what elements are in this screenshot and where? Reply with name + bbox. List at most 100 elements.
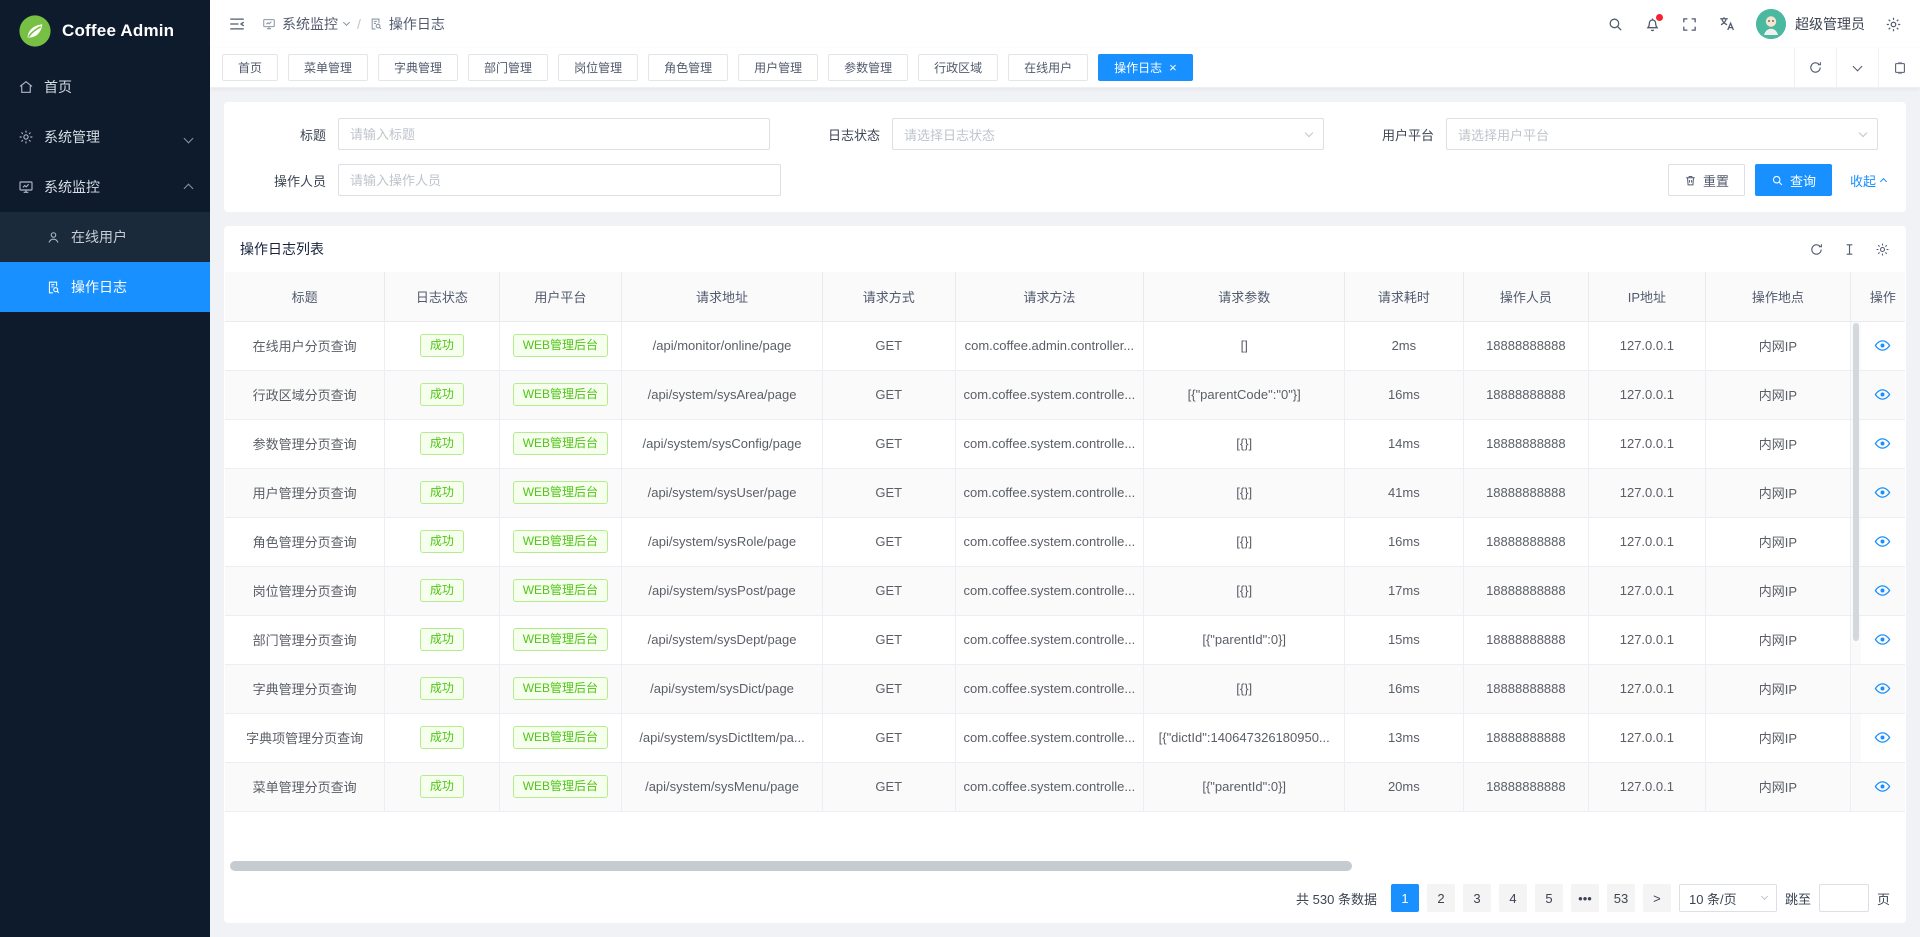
tab-item[interactable]: 操作日志× (1098, 54, 1193, 81)
page-button[interactable]: 4 (1499, 884, 1527, 912)
sidebar-item-operation-log[interactable]: 操作日志 (0, 262, 210, 312)
view-detail-eye-icon[interactable] (1874, 435, 1891, 452)
cell-duration: 13ms (1345, 713, 1463, 762)
sidebar-item-home[interactable]: 首页 (0, 62, 210, 112)
tab-item[interactable]: 字典管理 (378, 54, 458, 81)
tab-item[interactable]: 行政区域 (918, 54, 998, 81)
app-logo[interactable]: Coffee Admin (0, 0, 210, 62)
menu-fold-icon[interactable] (228, 15, 246, 33)
breadcrumb-separator: / (357, 16, 361, 32)
maximize-icon[interactable] (1878, 48, 1920, 87)
view-detail-eye-icon[interactable] (1874, 582, 1891, 599)
chevron-down-icon (343, 19, 350, 26)
cell-platform: WEB管理后台 (499, 370, 622, 419)
status-select[interactable]: 请选择日志状态 (892, 118, 1324, 150)
refresh-icon[interactable] (1809, 242, 1824, 257)
page-ellipsis[interactable]: ••• (1571, 884, 1599, 912)
chevron-up-icon (1880, 178, 1887, 185)
cell-location: 内网IP (1705, 664, 1851, 713)
table-row: 字典管理分页查询成功WEB管理后台/api/system/sysDict/pag… (225, 664, 1905, 713)
cell-action (1861, 664, 1905, 713)
reset-button[interactable]: 重置 (1668, 164, 1745, 196)
page-button[interactable]: 5 (1535, 884, 1563, 912)
platform-badge: WEB管理后台 (513, 530, 608, 554)
tab-item[interactable]: 菜单管理 (288, 54, 368, 81)
view-detail-eye-icon[interactable] (1874, 533, 1891, 550)
tab-item[interactable]: 在线用户 (1008, 54, 1088, 81)
page-button[interactable]: 53 (1607, 884, 1635, 912)
horizontal-scrollbar[interactable] (230, 861, 1352, 871)
next-page-button[interactable]: > (1643, 884, 1671, 912)
collapse-toggle[interactable]: 收起 (1850, 171, 1886, 190)
cell-platform: WEB管理后台 (499, 321, 622, 370)
view-detail-eye-icon[interactable] (1874, 484, 1891, 501)
platform-select[interactable]: 请选择用户平台 (1446, 118, 1878, 150)
tab-item[interactable]: 用户管理 (738, 54, 818, 81)
tab-menu-chevron-icon[interactable] (1836, 48, 1878, 87)
fullscreen-icon[interactable] (1681, 16, 1698, 33)
refresh-icon[interactable] (1794, 48, 1836, 87)
column-settings-gear-icon[interactable] (1875, 242, 1890, 257)
cell-location: 内网IP (1705, 762, 1851, 811)
cell-location: 内网IP (1705, 615, 1851, 664)
view-detail-eye-icon[interactable] (1874, 386, 1891, 403)
operator-input[interactable] (338, 164, 781, 196)
tab-close-icon[interactable]: × (1169, 61, 1177, 74)
cell-title: 行政区域分页查询 (225, 370, 385, 419)
settings-gear-icon[interactable] (1885, 16, 1902, 33)
page-button[interactable]: 1 (1391, 884, 1419, 912)
cell-status: 成功 (385, 321, 499, 370)
cell-action (1861, 370, 1905, 419)
page-button[interactable]: 2 (1427, 884, 1455, 912)
sidebar-item-online-users[interactable]: 在线用户 (0, 212, 210, 262)
platform-badge: WEB管理后台 (513, 383, 608, 407)
tab-item[interactable]: 参数管理 (828, 54, 908, 81)
panel-title: 操作日志列表 (240, 239, 324, 259)
view-detail-eye-icon[interactable] (1874, 631, 1891, 648)
platform-badge: WEB管理后台 (513, 775, 608, 799)
search-icon (1771, 174, 1784, 187)
user-menu[interactable]: 超级管理员 (1756, 9, 1865, 39)
gear-icon (18, 129, 34, 145)
notification-bell-icon[interactable] (1644, 16, 1661, 33)
tab-item[interactable]: 岗位管理 (558, 54, 638, 81)
sidebar-item-system-monitor[interactable]: 系统监控 (0, 162, 210, 212)
page-button[interactable]: 3 (1463, 884, 1491, 912)
view-detail-eye-icon[interactable] (1874, 680, 1891, 697)
platform-badge: WEB管理后台 (513, 628, 608, 652)
tab-label: 用户管理 (754, 59, 802, 76)
status-badge: 成功 (420, 726, 464, 750)
sidebar: Coffee Admin 首页 系统管理 系统监控 (0, 0, 210, 937)
cell-operator: 18888888888 (1463, 321, 1589, 370)
translate-icon[interactable] (1718, 15, 1736, 33)
content: 标题 日志状态 请选择日志状态 用户平台 请选择用户平台 (210, 88, 1920, 937)
page-size-select[interactable]: 10 条/页 (1679, 884, 1777, 912)
tab-label: 角色管理 (664, 59, 712, 76)
title-input[interactable] (338, 118, 770, 150)
tab-item[interactable]: 角色管理 (648, 54, 728, 81)
view-detail-eye-icon[interactable] (1874, 729, 1891, 746)
tab-item[interactable]: 首页 (222, 54, 278, 81)
cell-duration: 16ms (1345, 517, 1463, 566)
cell-handler: com.coffee.system.controlle... (955, 468, 1144, 517)
jump-page-input[interactable] (1819, 884, 1869, 912)
cell-params: [{"parentId":0}] (1144, 615, 1345, 664)
vertical-scrollbar[interactable] (1853, 323, 1859, 641)
tab-item[interactable]: 部门管理 (468, 54, 548, 81)
scrollbar-gutter (1851, 272, 1861, 321)
cell-params: [{}] (1144, 566, 1345, 615)
cell-url: /api/system/sysDept/page (622, 615, 823, 664)
breadcrumb-section[interactable]: 系统监控 (262, 14, 349, 34)
cell-title: 部门管理分页查询 (225, 615, 385, 664)
cell-duration: 16ms (1345, 664, 1463, 713)
view-detail-eye-icon[interactable] (1874, 337, 1891, 354)
row-density-icon[interactable] (1842, 242, 1857, 257)
search-button[interactable]: 查询 (1755, 164, 1832, 196)
cell-status: 成功 (385, 517, 499, 566)
sidebar-item-system-management[interactable]: 系统管理 (0, 112, 210, 162)
pagination: 共 530 条数据 12345•••53> 10 条/页 跳至 页 (224, 877, 1906, 923)
table-row: 角色管理分页查询成功WEB管理后台/api/system/sysRole/pag… (225, 517, 1905, 566)
cell-platform: WEB管理后台 (499, 517, 622, 566)
view-detail-eye-icon[interactable] (1874, 778, 1891, 795)
search-icon[interactable] (1607, 16, 1624, 33)
